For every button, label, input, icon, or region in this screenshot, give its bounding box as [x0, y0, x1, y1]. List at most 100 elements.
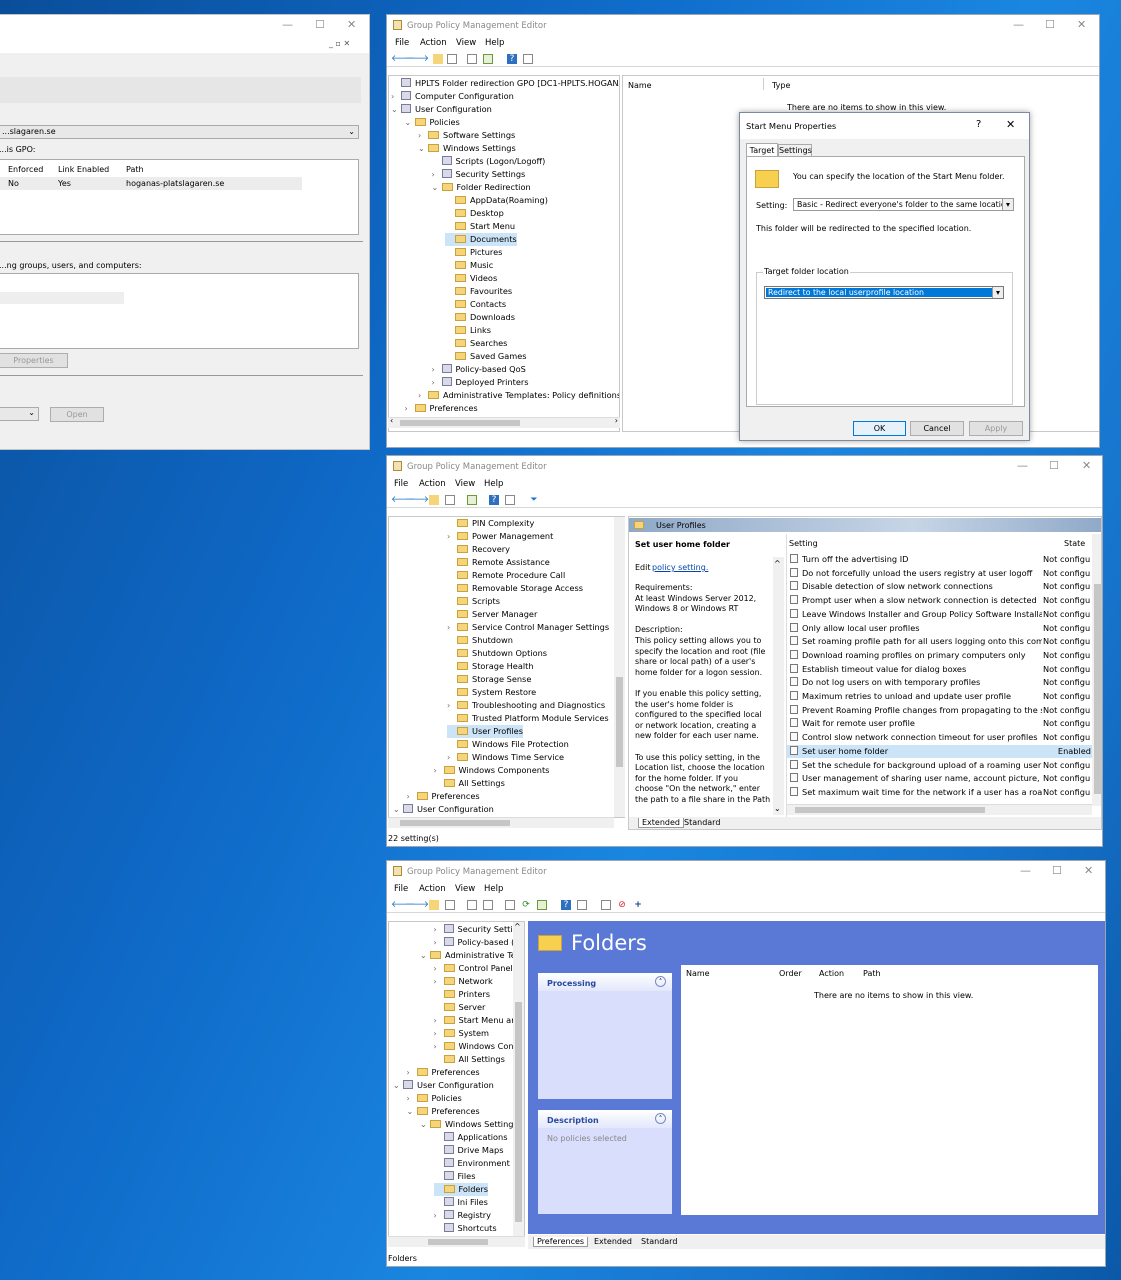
- chevron-down-icon[interactable]: ⌄: [418, 142, 428, 155]
- tree-item[interactable]: Documents: [445, 233, 517, 246]
- tree-item[interactable]: Applications: [434, 1131, 508, 1144]
- tree-item[interactable]: Links: [445, 324, 491, 337]
- forward-icon[interactable]: 🡒: [405, 54, 429, 64]
- setting-row[interactable]: Do not log users on with temporary profi…: [787, 676, 1092, 690]
- menu-help[interactable]: Help: [485, 38, 504, 48]
- chevron-right-icon[interactable]: ›: [418, 389, 428, 402]
- chevron-right-icon[interactable]: ›: [434, 975, 444, 988]
- setting-row[interactable]: Set roaming profile path for all users l…: [787, 635, 1092, 649]
- help-icon[interactable]: ?: [507, 54, 517, 64]
- tree-item[interactable]: › Start Menu an: [434, 1014, 517, 1027]
- tree-item[interactable]: ⌄ User Configuration: [391, 103, 492, 116]
- tree-horizontal-scrollbar[interactable]: [388, 1236, 525, 1247]
- close-icon[interactable]: ✕: [1077, 18, 1086, 31]
- tree-item[interactable]: › Preferences: [407, 790, 480, 803]
- delete-icon[interactable]: ⊘: [617, 900, 627, 910]
- col-action[interactable]: Action: [819, 969, 844, 978]
- chevron-right-icon[interactable]: ›: [447, 530, 457, 543]
- chevron-down-icon[interactable]: ⌄: [420, 1118, 430, 1131]
- tree-item[interactable]: All Settings: [434, 1053, 505, 1066]
- collapse-icon[interactable]: ˄: [655, 976, 666, 987]
- tree-vertical-scrollbar[interactable]: ^: [513, 922, 524, 1236]
- console-icon[interactable]: [523, 54, 533, 64]
- export-icon[interactable]: [467, 495, 477, 505]
- tree-item[interactable]: Environment: [434, 1157, 510, 1170]
- setting-row[interactable]: Only allow local user profiles Not config…: [787, 622, 1092, 636]
- tree-item[interactable]: › Power Management: [447, 530, 553, 543]
- tree-item[interactable]: Shutdown Options: [447, 647, 547, 660]
- tree-item[interactable]: › Registry: [434, 1209, 491, 1222]
- properties-button[interactable]: Properties: [0, 353, 68, 368]
- tree-item[interactable]: › Policies: [407, 1092, 462, 1105]
- chevron-right-icon[interactable]: ›: [407, 1066, 417, 1079]
- tree-item[interactable]: ⌄ Windows Settings: [418, 142, 516, 155]
- setting-row[interactable]: Control slow network connection timeout …: [787, 731, 1092, 745]
- up-folder-icon[interactable]: [429, 495, 439, 505]
- tree-item[interactable]: Storage Health: [447, 660, 534, 673]
- tree-item[interactable]: Downloads: [445, 311, 515, 324]
- apply-button[interactable]: Apply: [969, 421, 1023, 436]
- tree-item[interactable]: ⌄ User Configuration: [393, 803, 494, 816]
- tree-item[interactable]: › Security Settir: [434, 923, 516, 936]
- open-button[interactable]: Open: [50, 407, 104, 422]
- tree-item[interactable]: Pictures: [445, 246, 502, 259]
- setting-row[interactable]: Disable detection of slow network connec…: [787, 580, 1092, 594]
- tree-item[interactable]: Favourites: [445, 285, 512, 298]
- setting-row[interactable]: Wait for remote user profile Not configu: [787, 717, 1092, 731]
- tree-item[interactable]: Folders: [433, 1183, 489, 1196]
- tree-item[interactable]: All Settings: [434, 777, 505, 790]
- col-type[interactable]: Type: [772, 81, 790, 90]
- tree-item[interactable]: Windows File Protection: [447, 738, 569, 751]
- tree-item[interactable]: › Computer Configuration: [391, 90, 514, 103]
- tree-item[interactable]: ⌄ User Configuration: [393, 1079, 494, 1092]
- help-icon[interactable]: ?: [561, 900, 571, 910]
- tree-item[interactable]: Remote Assistance: [447, 556, 550, 569]
- col-enforced[interactable]: Enforced: [8, 165, 43, 174]
- back-icon[interactable]: 🡐: [391, 54, 415, 64]
- tree-vertical-scrollbar[interactable]: [614, 517, 625, 817]
- close-icon[interactable]: ✕: [1082, 459, 1091, 472]
- chevron-right-icon[interactable]: ›: [434, 1014, 444, 1027]
- menu-file[interactable]: File: [394, 884, 408, 894]
- chevron-right-icon[interactable]: ›: [434, 923, 444, 936]
- chevron-down-icon[interactable]: ⌄: [393, 1079, 403, 1092]
- setting-row[interactable]: Set user home folder Enabled: [787, 744, 1092, 759]
- tree-item[interactable]: User Profiles: [447, 725, 523, 738]
- maximize-icon[interactable]: ☐: [1049, 459, 1059, 472]
- tree-item[interactable]: ⌄ Preferences: [407, 1105, 480, 1118]
- refresh-icon[interactable]: ⟳: [521, 900, 531, 910]
- col-name[interactable]: Name: [686, 969, 710, 978]
- table-row[interactable]: No Yes hoganas-platslagaren.se: [0, 177, 302, 190]
- tree-item[interactable]: Videos: [445, 272, 497, 285]
- tree-item[interactable]: › Network: [434, 975, 493, 988]
- export-icon[interactable]: [483, 54, 493, 64]
- chevron-right-icon[interactable]: ›: [434, 1209, 444, 1222]
- setting-row[interactable]: Prevent Roaming Profile changes from pro…: [787, 704, 1092, 718]
- col-link-enabled[interactable]: Link Enabled: [58, 165, 109, 174]
- tree-item[interactable]: Drive Maps: [434, 1144, 503, 1157]
- help-icon[interactable]: ?: [489, 495, 499, 505]
- show-tree-icon[interactable]: [445, 900, 455, 910]
- chevron-right-icon[interactable]: ›: [432, 376, 442, 389]
- back-icon[interactable]: 🡐: [391, 900, 415, 910]
- tree-horizontal-scrollbar[interactable]: [388, 817, 614, 828]
- tree-item[interactable]: ⌄ Folder Redirection: [432, 181, 531, 194]
- chevron-right-icon[interactable]: ›: [432, 363, 442, 376]
- chevron-right-icon[interactable]: ›: [434, 1040, 444, 1053]
- chevron-right-icon[interactable]: ›: [407, 790, 417, 803]
- collapse-icon[interactable]: ˄: [655, 1113, 666, 1124]
- ok-button[interactable]: OK: [853, 421, 906, 436]
- tree-item[interactable]: Desktop: [445, 207, 504, 220]
- description-scrollbar[interactable]: ^ ⌄: [773, 557, 784, 815]
- tree-item[interactable]: › Windows Components: [434, 764, 550, 777]
- copy-icon[interactable]: [467, 900, 477, 910]
- minimize-icon[interactable]: —: [282, 18, 293, 31]
- chevron-down-icon[interactable]: ⌄: [393, 803, 403, 816]
- menu-view[interactable]: View: [455, 884, 475, 894]
- tree-item[interactable]: › Software Settings: [418, 129, 515, 142]
- tree-item[interactable]: › Troubleshooting and Diagnostics: [447, 699, 605, 712]
- minimize-icon[interactable]: —: [1017, 459, 1028, 472]
- setting-row[interactable]: User management of sharing user name, ac…: [787, 772, 1092, 786]
- tree-item[interactable]: Server: [434, 1001, 485, 1014]
- show-tree-icon[interactable]: [445, 495, 455, 505]
